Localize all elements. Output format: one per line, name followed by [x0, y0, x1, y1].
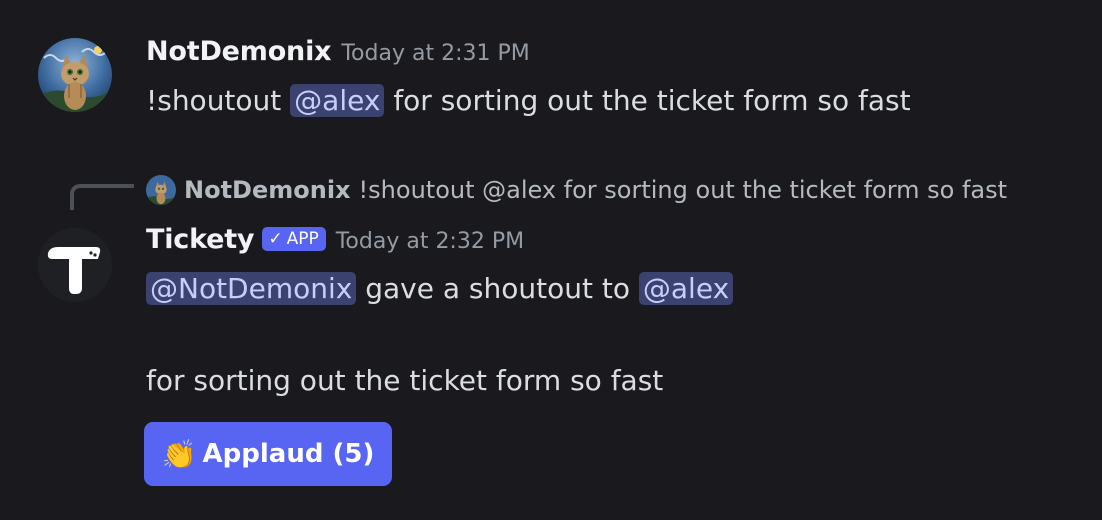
message-header: Tickety ✓ APP Today at 2:32 PM: [146, 224, 524, 255]
message-content: @NotDemonix gave a shoutout to @alex: [146, 272, 734, 305]
message-tickety: Tickety ✓ APP Today at 2:32 PM @NotDemonix …: [0, 0, 1102, 520]
message-content-line2: for sorting out the ticket form so fast: [146, 364, 663, 397]
user-mention[interactable]: @alex: [638, 272, 734, 305]
message-text: for sorting out the ticket form so fast: [146, 364, 664, 397]
applaud-button-label: Applaud (5): [202, 439, 375, 469]
user-mention[interactable]: @NotDemonix: [146, 272, 357, 305]
chat-view: NotDemonix Today at 2:31 PM !shoutout @al…: [0, 0, 1102, 520]
timestamp: Today at 2:32 PM: [335, 229, 525, 254]
applaud-button[interactable]: 👏 Applaud (5): [144, 422, 392, 486]
tickety-logo-icon: [38, 228, 112, 302]
avatar[interactable]: [38, 228, 112, 302]
author-name[interactable]: Tickety: [146, 224, 255, 255]
app-badge-label: APP: [286, 229, 319, 249]
check-icon: ✓: [268, 229, 283, 249]
clapping-hands-icon: 👏: [161, 437, 197, 471]
message-text: gave a shoutout to: [356, 272, 639, 305]
app-badge: ✓ APP: [262, 227, 326, 251]
